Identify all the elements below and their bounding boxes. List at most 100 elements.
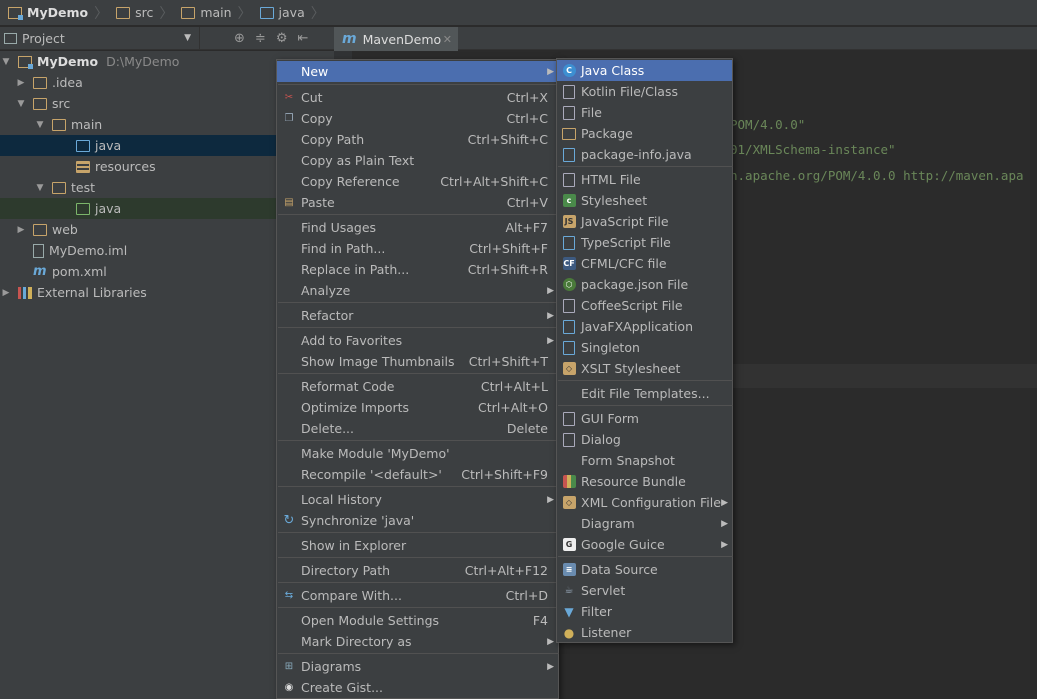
expand-arrow-icon[interactable]: ▼ [34, 120, 46, 130]
submenu-item-kotlin[interactable]: Kotlin File/Class [557, 81, 732, 102]
collapse-arrow-icon[interactable]: ▶ [0, 288, 12, 298]
submenu-item-servlet[interactable]: ☕ Servlet [557, 580, 732, 601]
gear-icon[interactable]: ⚙ [276, 31, 288, 46]
compare-icon: ⇆ [284, 590, 294, 601]
submenu-item-xml-config[interactable]: ◇ XML Configuration File ▶ [557, 492, 732, 513]
close-icon[interactable]: ✕ [443, 33, 452, 46]
menu-item-compare-with[interactable]: ⇆ Compare With... Ctrl+D [277, 585, 558, 606]
submenu-item-form-snapshot[interactable]: Form Snapshot [557, 450, 732, 471]
menu-item-show-in-explorer[interactable]: Show in Explorer [277, 535, 558, 556]
submenu-item-dialog[interactable]: Dialog [557, 429, 732, 450]
menu-item-recompile[interactable]: Recompile '<default>' Ctrl+Shift+F9 [277, 464, 558, 485]
collapse-arrow-icon[interactable]: ▶ [15, 225, 27, 235]
xml-file-icon: ◇ [562, 496, 576, 509]
submenu-item-package-json[interactable]: ⬡ package.json File [557, 274, 732, 295]
menu-item-analyze[interactable]: Analyze ▶ [277, 280, 558, 301]
submenu-item-singleton[interactable]: Singleton [557, 337, 732, 358]
submenu-item-resource-bundle[interactable]: Resource Bundle [557, 471, 732, 492]
menu-item-local-history[interactable]: Local History ▶ [277, 489, 558, 510]
submenu-item-diagram[interactable]: Diagram ▶ [557, 513, 732, 534]
code-line: 01/XMLSchema-instance" [730, 142, 896, 157]
scissors-icon: ✂ [284, 92, 294, 103]
collapse-arrow-icon[interactable]: ▶ [15, 78, 27, 88]
menu-item-copy-reference[interactable]: Copy Reference Ctrl+Alt+Shift+C [277, 171, 558, 192]
submenu-item-java-class[interactable]: C Java Class [557, 60, 732, 81]
clipboard-icon: ▤ [284, 197, 294, 208]
hide-panel-icon[interactable]: ⇤ [297, 31, 308, 46]
typescript-file-icon [563, 235, 575, 250]
project-icon [4, 32, 17, 44]
submenu-item-package-info[interactable]: package-info.java [557, 144, 732, 165]
submenu-item-listener[interactable]: ● Listener [557, 622, 732, 643]
submenu-item-google-guice[interactable]: G Google Guice ▶ [557, 534, 732, 555]
submenu-item-coffeescript[interactable]: CoffeeScript File [557, 295, 732, 316]
submenu-item-stylesheet[interactable]: c Stylesheet [557, 190, 732, 211]
submenu-item-filter[interactable]: ▼ Filter [557, 601, 732, 622]
menu-item-refactor[interactable]: Refactor ▶ [277, 305, 558, 326]
submenu-item-javafx[interactable]: JavaFXApplication [557, 316, 732, 337]
menu-item-diagrams[interactable]: ⊞ Diagrams ▶ [277, 656, 558, 677]
project-view-selector[interactable]: Project ▼ [0, 26, 200, 50]
css-file-icon: c [562, 194, 576, 207]
submenu-item-typescript[interactable]: TypeScript File [557, 232, 732, 253]
submenu-item-edit-templates[interactable]: Edit File Templates... [557, 383, 732, 404]
menu-item-copy-plain-text[interactable]: Copy as Plain Text [277, 150, 558, 171]
submenu-item-javascript[interactable]: JS JavaScript File [557, 211, 732, 232]
breadcrumb-item-mydemo[interactable]: MyDemo 〉 [4, 0, 112, 26]
coffeescript-file-icon [563, 298, 575, 313]
guice-icon: G [562, 538, 576, 551]
menu-item-add-to-favorites[interactable]: Add to Favorites ▶ [277, 330, 558, 351]
scroll-from-source-icon[interactable]: ⊕ [234, 31, 245, 46]
menu-item-reformat-code[interactable]: Reformat Code Ctrl+Alt+L [277, 376, 558, 397]
submenu-item-file[interactable]: File [557, 102, 732, 123]
menu-item-copy-path[interactable]: Copy Path Ctrl+Shift+C [277, 129, 558, 150]
menu-item-make-module[interactable]: Make Module 'MyDemo' [277, 443, 558, 464]
listener-icon: ● [563, 625, 575, 640]
menu-item-optimize-imports[interactable]: Optimize Imports Ctrl+Alt+O [277, 397, 558, 418]
menu-item-show-image-thumbnails[interactable]: Show Image Thumbnails Ctrl+Shift+T [277, 351, 558, 372]
menu-item-new[interactable]: New ▶ [277, 61, 558, 82]
menu-item-cut[interactable]: ✂ Cut Ctrl+X [277, 87, 558, 108]
submenu-item-html-file[interactable]: HTML File [557, 169, 732, 190]
menu-item-synchronize[interactable]: ↻ Synchronize 'java' [277, 510, 558, 531]
expand-arrow-icon[interactable]: ▼ [34, 183, 46, 193]
submenu-item-xslt[interactable]: ◇ XSLT Stylesheet [557, 358, 732, 379]
breadcrumb-item-main[interactable]: main 〉 [177, 0, 255, 26]
expand-arrow-icon[interactable]: ▼ [15, 99, 27, 109]
collapse-all-icon[interactable]: ≑ [255, 31, 266, 46]
submenu-arrow-icon: ▶ [721, 539, 728, 550]
submenu-item-package[interactable]: Package [557, 123, 732, 144]
menu-item-delete[interactable]: Delete... Delete [277, 418, 558, 439]
context-menu: New ▶ ✂ Cut Ctrl+X ❐ Copy Ctrl+C Copy Path Ctr… [276, 59, 559, 699]
submenu-arrow-icon: ▶ [547, 285, 554, 296]
package-icon [562, 127, 576, 140]
menu-item-create-gist[interactable]: ◉ Create Gist... [277, 677, 558, 698]
submenu-item-cfml[interactable]: CF CFML/CFC file [557, 253, 732, 274]
menu-item-directory-path[interactable]: Directory Path Ctrl+Alt+F12 [277, 560, 558, 581]
menu-item-find-in-path[interactable]: Find in Path... Ctrl+Shift+F [277, 238, 558, 259]
submenu-item-gui-form[interactable]: GUI Form [557, 408, 732, 429]
module-folder-icon [8, 6, 23, 20]
breadcrumb-item-java[interactable]: java 〉 [256, 0, 329, 26]
menu-item-find-usages[interactable]: Find Usages Alt+F7 [277, 217, 558, 238]
submenu-item-data-source[interactable]: ≡ Data Source [557, 559, 732, 580]
tab-mavendemo[interactable]: m MavenDemo ✕ [334, 27, 458, 51]
iml-file-icon [33, 243, 44, 258]
expand-arrow-icon[interactable]: ▼ [0, 57, 12, 67]
resources-folder-icon [76, 160, 90, 173]
breadcrumb-item-src[interactable]: src 〉 [112, 0, 177, 26]
test-folder-icon [76, 202, 90, 215]
menu-item-paste[interactable]: ▤ Paste Ctrl+V [277, 192, 558, 213]
folder-icon [116, 6, 131, 19]
diagram-icon: ⊞ [284, 661, 294, 672]
source-folder-icon [76, 139, 90, 152]
menu-item-open-module-settings[interactable]: Open Module Settings F4 [277, 610, 558, 631]
cfml-file-icon: CF [562, 257, 576, 270]
menu-item-mark-directory-as[interactable]: Mark Directory as ▶ [277, 631, 558, 652]
kotlin-file-icon [563, 84, 575, 99]
menu-item-copy[interactable]: ❐ Copy Ctrl+C [277, 108, 558, 129]
menu-item-replace-in-path[interactable]: Replace in Path... Ctrl+Shift+R [277, 259, 558, 280]
copy-icon: ❐ [284, 113, 294, 124]
java-file-icon [563, 147, 575, 162]
breadcrumb: MyDemo 〉 src 〉 main 〉 java 〉 [0, 0, 1037, 26]
